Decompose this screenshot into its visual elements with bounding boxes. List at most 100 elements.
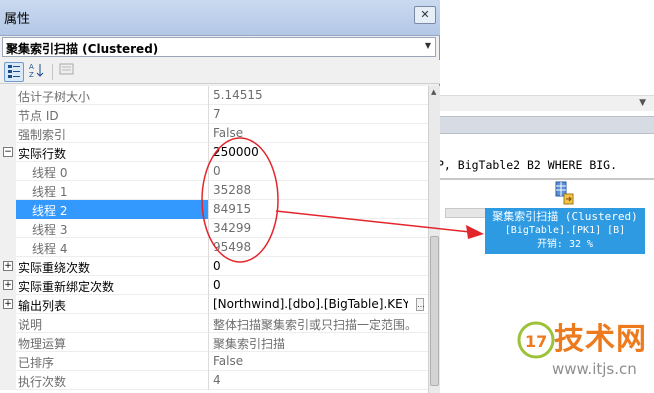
column-divider[interactable]: [208, 257, 209, 276]
column-divider[interactable]: [208, 371, 209, 390]
property-name: 节点 ID: [18, 109, 59, 123]
property-value: 0: [213, 164, 221, 178]
ellipsis-button-icon[interactable]: …: [416, 298, 425, 311]
query-separator: [430, 178, 654, 180]
property-value: 整体扫描聚集索引或只扫描一定范围。: [213, 318, 418, 332]
property-value: 5.14515: [213, 88, 263, 102]
row-gutter: [0, 314, 16, 333]
node-label-box[interactable]: 聚集索引扫描 (Clustered) [BigTable].[PK1] [B] …: [485, 208, 645, 254]
property-row-actual-rows[interactable]: − 实际行数 250000: [0, 143, 428, 162]
horizontal-scrollbar[interactable]: ▼: [430, 95, 654, 111]
property-row-thread-selected[interactable]: 线程 2 84915: [0, 200, 428, 219]
column-divider[interactable]: [208, 295, 209, 314]
object-selector-value: 聚集索引扫描 (Clustered): [6, 42, 159, 56]
query-text: P, BigTable2 B2 WHERE BIG.: [437, 158, 618, 172]
close-icon[interactable]: ✕: [414, 6, 436, 24]
property-row[interactable]: 节点 ID 7: [0, 105, 428, 124]
property-value: 95498: [213, 240, 252, 254]
categorized-icon[interactable]: [4, 62, 24, 82]
column-divider[interactable]: [208, 162, 209, 181]
vertical-scrollbar[interactable]: ▲: [428, 86, 440, 393]
property-row[interactable]: 已排序 False: [0, 352, 428, 371]
property-name: 物理运算: [18, 337, 67, 351]
property-name: 已排序: [18, 356, 55, 370]
property-row[interactable]: 执行次数 4: [0, 371, 428, 390]
watermark: 17 技术网 www.itjs.cn: [508, 300, 654, 393]
property-row[interactable]: 物理运算 聚集索引扫描: [0, 333, 428, 352]
expand-icon[interactable]: +: [3, 261, 13, 271]
title-bar[interactable]: 属性 ✕: [0, 0, 440, 36]
properties-toolbar: AZ: [0, 60, 440, 84]
property-row[interactable]: + 实际重绕次数 0: [0, 257, 428, 276]
column-divider[interactable]: [208, 352, 209, 371]
property-row-thread[interactable]: 线程 0 0: [0, 162, 428, 181]
property-value: 84915: [213, 202, 252, 216]
window-title: 属性: [4, 12, 31, 27]
scroll-up-arrow-icon[interactable]: ▲: [431, 88, 436, 96]
expand-icon[interactable]: +: [3, 299, 13, 309]
row-gutter: [0, 371, 16, 390]
svg-text:Z: Z: [29, 71, 34, 78]
row-gutter: [0, 124, 16, 143]
property-value: 35288: [213, 183, 252, 197]
property-name: 线程 4: [32, 242, 68, 256]
row-gutter: [0, 162, 16, 181]
property-row-thread[interactable]: 线程 3 34299: [0, 219, 428, 238]
pane-splitter[interactable]: [430, 116, 654, 134]
column-divider[interactable]: [208, 105, 209, 124]
column-divider[interactable]: [208, 219, 209, 238]
property-row[interactable]: + 实际重新绑定次数 0: [0, 276, 428, 295]
column-divider[interactable]: [208, 181, 209, 200]
property-name: 说明: [18, 318, 43, 332]
scroll-down-arrow-icon[interactable]: ▼: [639, 98, 646, 108]
property-row[interactable]: + 输出列表 [Northwind].[dbo].[BigTable].KEY,…: [0, 295, 428, 314]
object-selector-dropdown[interactable]: 聚集索引扫描 (Clustered) ▼: [2, 37, 436, 57]
row-gutter: [0, 86, 16, 105]
column-divider[interactable]: [208, 333, 209, 352]
row-gutter: [0, 200, 16, 219]
row-gutter: [0, 181, 16, 200]
column-divider[interactable]: [208, 238, 209, 257]
row-gutter: [0, 352, 16, 371]
property-name: 实际重新绑定次数: [18, 280, 115, 294]
sort-az-icon[interactable]: AZ: [27, 62, 47, 82]
property-name: 线程 3: [32, 223, 68, 237]
node-operator-label: 聚集索引扫描 (Clustered): [492, 210, 638, 223]
property-name: 实际行数: [18, 147, 67, 161]
column-divider[interactable]: [208, 86, 209, 105]
property-row[interactable]: 说明 整体扫描聚集索引或只扫描一定范围。: [0, 314, 428, 333]
collapse-icon[interactable]: −: [3, 147, 13, 157]
property-grid: 估计子树大小 5.14515 节点 ID 7 强制索引 False − 实际行数…: [0, 86, 428, 393]
property-row-thread[interactable]: 线程 4 95498: [0, 238, 428, 257]
clustered-index-scan-icon[interactable]: [553, 180, 575, 206]
properties-window: 属性 ✕ 聚集索引扫描 (Clustered) ▼ AZ 估计子树大小 5.14…: [0, 0, 440, 393]
property-row-thread[interactable]: 线程 1 35288: [0, 181, 428, 200]
column-divider[interactable]: [208, 143, 209, 162]
property-value: 聚集索引扫描: [213, 337, 286, 351]
property-value: 34299: [213, 221, 252, 235]
toolbar-separator: [52, 64, 53, 80]
row-gutter: [0, 333, 16, 352]
chevron-down-icon[interactable]: ▼: [425, 41, 431, 50]
row-gutter: [0, 238, 16, 257]
property-pages-icon[interactable]: [57, 62, 77, 82]
property-value: 250000: [213, 145, 259, 159]
expand-icon[interactable]: +: [3, 280, 13, 290]
property-name: 线程 1: [32, 185, 68, 199]
logo-text: 17: [525, 332, 547, 351]
scrollbar-thumb[interactable]: [430, 236, 439, 386]
property-name: 执行次数: [18, 375, 67, 389]
property-value: 0: [213, 278, 221, 292]
column-divider[interactable]: [208, 276, 209, 295]
column-divider[interactable]: [208, 314, 209, 333]
column-divider[interactable]: [208, 200, 209, 219]
row-gutter: [0, 219, 16, 238]
property-value: 7: [213, 107, 221, 121]
column-divider[interactable]: [208, 124, 209, 143]
row-gutter: [0, 105, 16, 124]
property-row[interactable]: 估计子树大小 5.14515: [0, 86, 428, 105]
property-name: 估计子树大小: [18, 90, 91, 104]
watermark-brand: 技术网: [554, 322, 647, 357]
property-row[interactable]: 强制索引 False: [0, 124, 428, 143]
node-cost-label: 开销: 32 %: [536, 239, 594, 250]
